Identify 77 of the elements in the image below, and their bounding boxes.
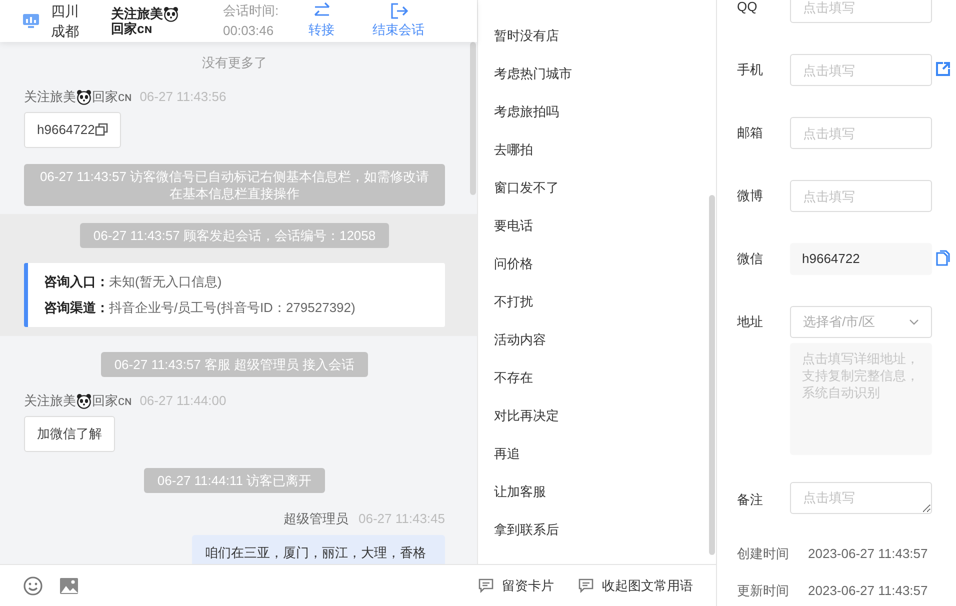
field-label: 微博: [737, 187, 764, 205]
visitor-name: 关注旅美: [111, 7, 163, 21]
quick-phrase-item[interactable]: 不打扰: [478, 283, 716, 321]
external-link-icon: [935, 61, 951, 77]
quick-phrase-item[interactable]: 再追: [478, 435, 716, 473]
open-link-button[interactable]: [935, 61, 951, 77]
message-bubble: h9664722: [24, 112, 121, 148]
message-icon: [578, 578, 594, 593]
emoji-button[interactable]: [23, 576, 43, 596]
quick-phrase-item[interactable]: 暂时没有店: [478, 17, 716, 55]
text-field[interactable]: 点击填写: [790, 54, 932, 86]
field-label: 微信: [737, 250, 764, 268]
no-more-notice: 没有更多了: [201, 54, 268, 72]
notes-field[interactable]: 点击填写: [790, 482, 932, 514]
visitor-name: 回家ᴄɴ: [92, 392, 132, 408]
duration-label: 会话时间:: [223, 2, 279, 20]
quick-phrase-item[interactable]: 问价格: [478, 245, 716, 283]
message-time: 06-27 11:43:56: [140, 88, 226, 104]
text-field[interactable]: h9664722: [790, 243, 932, 275]
meta-label: 更新时间: [737, 582, 790, 600]
visitor-name: 回家ᴄɴ: [92, 88, 132, 104]
copy-button[interactable]: [935, 250, 951, 266]
meta-value: 2023-06-27 11:43:57: [808, 545, 928, 563]
info-value: 未知(暂无入口信息): [109, 274, 222, 288]
monitor-icon: [22, 13, 40, 29]
visitor-name: 关注旅美: [24, 88, 76, 104]
toolbar-link[interactable]: 收起图文常用语: [578, 576, 693, 596]
field-label: QQ: [737, 0, 758, 16]
toolbar-link[interactable]: 留资卡片: [478, 576, 554, 596]
agent-name: 超级管理员: [284, 510, 348, 526]
message-bubble: 加微信了解: [24, 416, 115, 452]
copy-icon: [935, 250, 951, 266]
system-message: 06-27 11:43:57 顾客发起会话，会话编号：12058: [80, 222, 389, 248]
quick-phrase-item[interactable]: 对比再决定: [478, 397, 716, 435]
quick-phrase-item[interactable]: 考虑热门城市: [478, 55, 716, 93]
meta-label: 创建时间: [737, 545, 790, 563]
text-field[interactable]: 点击填写: [790, 0, 932, 23]
image-icon: [59, 576, 79, 596]
message-bubble: 咱们在三亚，厦门，丽江，大理，香格: [192, 534, 445, 564]
quick-phrase-item[interactable]: 活动内容: [478, 321, 716, 359]
image-button[interactable]: [59, 576, 79, 596]
duration-text: 00:03:46: [223, 22, 275, 40]
field-label: 手机: [737, 61, 764, 79]
exit-icon: [388, 2, 409, 20]
quick-phrase-item[interactable]: 要电话: [478, 207, 716, 245]
quick-phrase-item[interactable]: 不存在: [478, 359, 716, 397]
message-icon: [478, 578, 494, 593]
message-time: 06-27 11:43:45: [358, 510, 445, 526]
system-message: 06-27 11:43:57 客服 超级管理员 接入会话: [101, 352, 368, 376]
info-label: 咨询入口：: [44, 274, 109, 288]
field-label: 邮箱: [737, 124, 764, 142]
quick-phrase-item[interactable]: 考虑旅拍吗: [478, 93, 716, 131]
field-label: 备注: [737, 491, 764, 509]
chevron-down-icon: [909, 319, 919, 325]
text-field[interactable]: 点击填写: [790, 180, 932, 212]
visitor-name: 关注旅美: [24, 392, 76, 408]
quick-phrase-item[interactable]: 去哪拍: [478, 131, 716, 169]
panda-icon: [163, 6, 179, 22]
quick-phrase-item[interactable]: 拿到联系后: [478, 511, 716, 549]
visitor-name: 回家ᴄɴ: [111, 22, 152, 36]
scrollbar-thumb[interactable]: [470, 42, 476, 195]
field-label: 地址: [737, 313, 764, 331]
meta-value: 2023-06-27 11:43:57: [808, 582, 928, 600]
panda-icon: [76, 392, 92, 408]
copy-icon: [94, 123, 108, 136]
text-field[interactable]: 点击填写: [790, 117, 932, 149]
quick-phrase-item[interactable]: 让加客服: [478, 473, 716, 511]
system-message: 06-27 11:44:11 访客已离开: [144, 468, 325, 492]
info-label: 咨询渠道：: [44, 300, 109, 314]
system-message: 06-27 11:43:57 访客微信号已自动标记右侧基本信息栏，如需修改请在基本信息栏直接操作: [24, 164, 445, 206]
message-time: 06-27 11:44:00: [140, 392, 226, 408]
scrollbar-thumb[interactable]: [709, 195, 715, 555]
location-text: 四川成都: [51, 2, 80, 41]
panda-icon: [76, 88, 92, 104]
quick-phrase-item[interactable]: 窗口发不了: [478, 169, 716, 207]
smiley-icon: [23, 576, 43, 596]
info-value: 抖音企业号/员工号(抖音号ID：279527392): [109, 300, 356, 314]
